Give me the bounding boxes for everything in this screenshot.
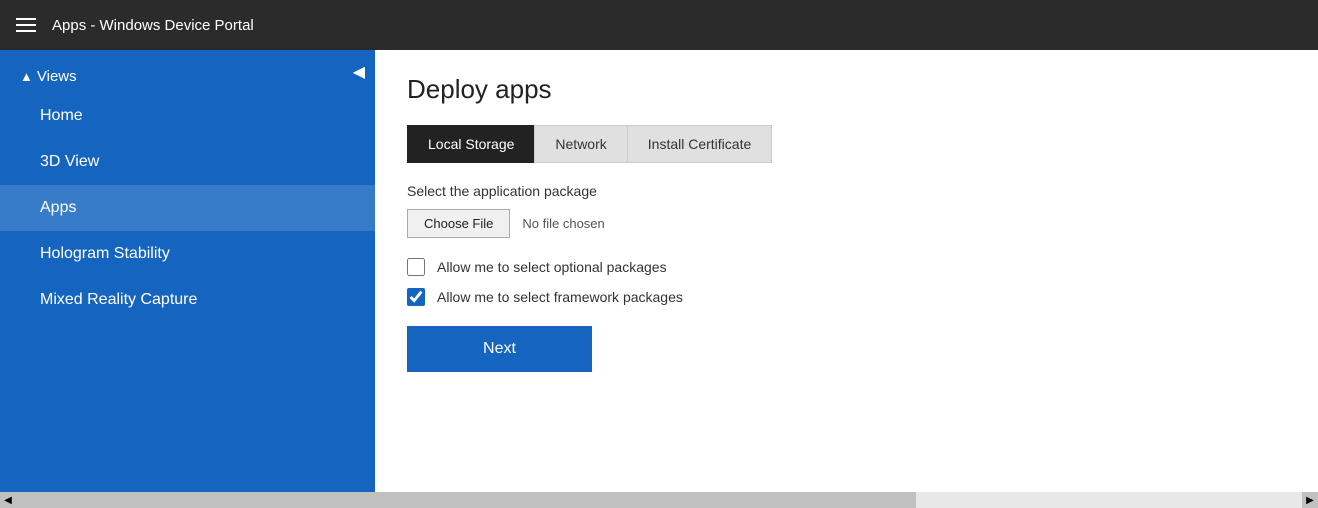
choose-file-button[interactable]: Choose File	[407, 209, 510, 238]
scroll-thumb[interactable]	[16, 492, 916, 508]
content-area: Deploy apps Local Storage Network Instal…	[375, 50, 1318, 492]
sidebar-collapse-button[interactable]: ◀	[343, 58, 375, 86]
sidebar-item-3dview[interactable]: 3D View	[0, 139, 375, 185]
no-file-label: No file chosen	[522, 216, 604, 231]
tab-network[interactable]: Network	[534, 125, 626, 163]
tab-install-certificate[interactable]: Install Certificate	[627, 125, 772, 163]
scroll-right-button[interactable]: ▶	[1302, 492, 1318, 508]
horizontal-scrollbar: ◀ ▶	[0, 492, 1318, 508]
tabs-bar: Local Storage Network Install Certificat…	[407, 125, 1286, 163]
sidebar: ◀ ▲ Views Home 3D View Apps Hologram Sta…	[0, 50, 375, 492]
hamburger-icon[interactable]	[16, 18, 36, 32]
next-button[interactable]: Next	[407, 326, 592, 372]
topbar: Apps - Windows Device Portal	[0, 0, 1318, 50]
views-arrow-icon: ▲	[20, 69, 33, 84]
framework-packages-label: Allow me to select framework packages	[437, 289, 683, 305]
optional-packages-row: Allow me to select optional packages	[407, 258, 1286, 276]
scroll-track	[16, 492, 1302, 508]
sidebar-item-hologram-stability[interactable]: Hologram Stability	[0, 231, 375, 277]
page-title: Deploy apps	[407, 74, 1286, 105]
app-title: Apps - Windows Device Portal	[52, 17, 254, 34]
tab-local-storage[interactable]: Local Storage	[407, 125, 534, 163]
sidebar-item-home[interactable]: Home	[0, 93, 375, 139]
sidebar-item-mixed-reality-capture[interactable]: Mixed Reality Capture	[0, 277, 375, 323]
views-label: Views	[37, 68, 77, 85]
views-header: ▲ Views	[0, 50, 375, 93]
file-section: Select the application package Choose Fi…	[407, 183, 1286, 238]
framework-packages-checkbox[interactable]	[407, 288, 425, 306]
scroll-left-button[interactable]: ◀	[0, 492, 16, 508]
optional-packages-checkbox[interactable]	[407, 258, 425, 276]
file-section-label: Select the application package	[407, 183, 1286, 199]
optional-packages-label: Allow me to select optional packages	[437, 259, 667, 275]
sidebar-item-apps[interactable]: Apps	[0, 185, 375, 231]
main-layout: ◀ ▲ Views Home 3D View Apps Hologram Sta…	[0, 50, 1318, 492]
file-input-row: Choose File No file chosen	[407, 209, 1286, 238]
framework-packages-row: Allow me to select framework packages	[407, 288, 1286, 306]
